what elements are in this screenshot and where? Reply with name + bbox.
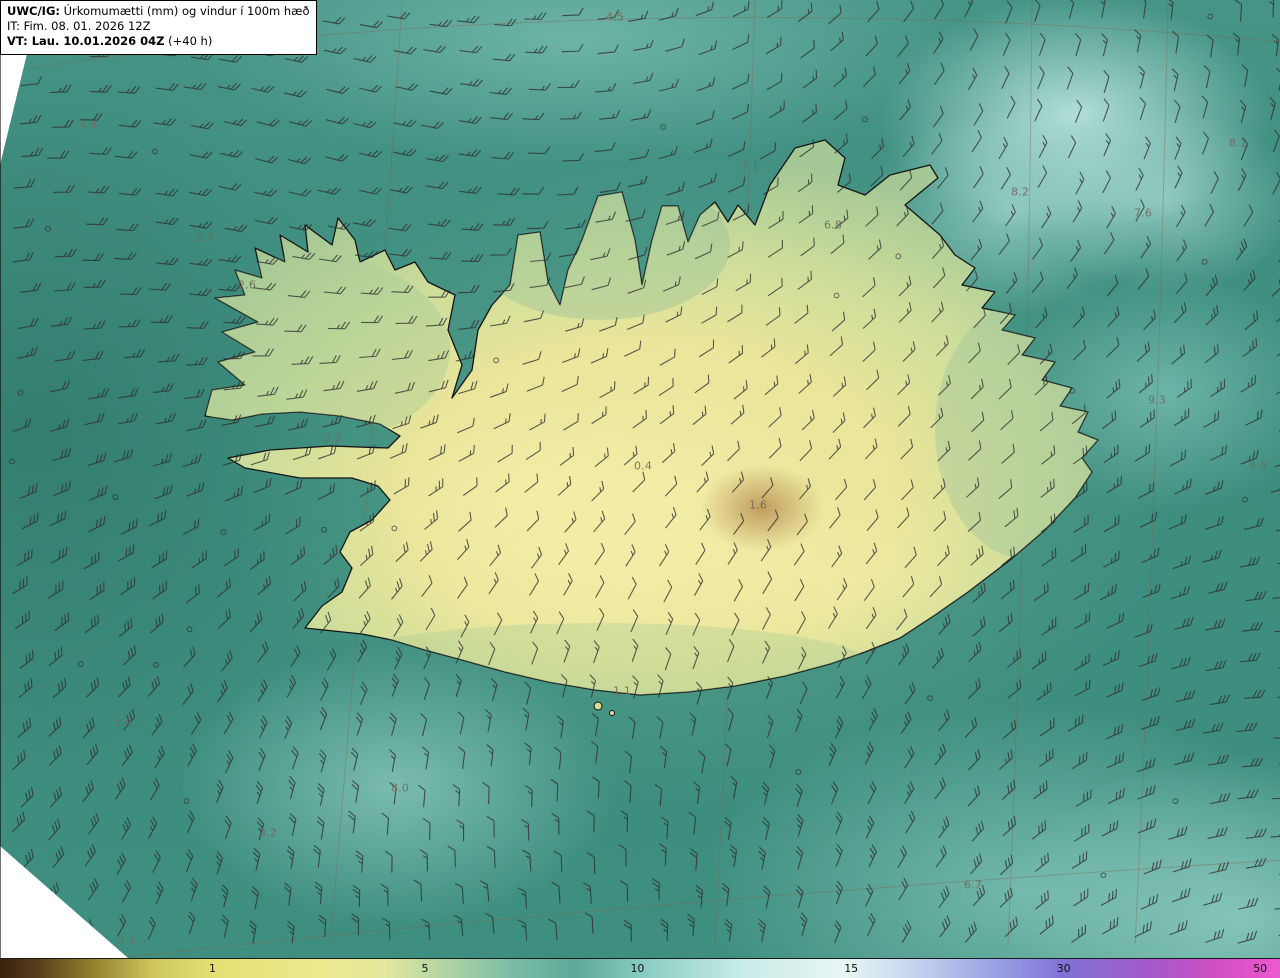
init-time-line: IT: Fim. 08. 01. 2026 12Z [7,19,151,34]
title-line: UWC/IG: Úrkomumætti (mm) og vindur í 100… [7,4,310,19]
valid-offset: (+40 h) [168,34,213,49]
model-label: UWC/IG: [7,4,60,18]
contour-label: 8.0 [390,781,410,795]
weather-map-frame: 4.5 4.4 5.7 2.6 7.1 6.8 8.2 7.6 8.1 9.3 4.6 3.2 0.4 1… [0,0,1280,978]
contour-label: 1.6 [748,498,768,512]
valid-time-line: VT: Lau. 10.01.2026 04Z (+40 h) [7,34,310,49]
contour-label: 8.2 [1010,185,1030,199]
contour-label: 1.1 [612,684,632,698]
precipitation-colorbar: 1 5 10 15 30 50 [0,958,1280,978]
contour-label: 3.2 [258,826,278,840]
contour-label: 7.1 [740,159,760,173]
contour-label: 4.5 [605,10,625,24]
contour-label: 3.2 [323,431,343,445]
map-left-edge-line [0,0,1,958]
map-title: Úrkomumætti (mm) og vindur í 100m hæð [63,4,310,18]
colorbar-tick-label: 5 [421,962,429,975]
colorbar-tick-label: 10 [630,962,645,975]
contour-label: 0.4 [633,459,653,473]
colorbar-tick-label: 1 [208,962,216,975]
contour-label: 5.4 [113,715,133,729]
contour-label: 9.3 [1147,393,1167,407]
contour-label: 5.7 [195,231,215,245]
contour-label: 7.6 [1133,206,1153,220]
contour-label: 6.7 [963,878,983,892]
contour-label: 8.1 [1228,136,1248,150]
wind-barbs-layer [9,0,1280,944]
contour-label: 4.4 [78,118,98,132]
contour-label: 2.6 [237,278,257,292]
contour-label: 6.8 [823,218,843,232]
colorbar-tick-label: 30 [1056,962,1071,975]
valid-time: VT: Lau. 10.01.2026 04Z [7,34,165,49]
title-box: UWC/IG: Úrkomumætti (mm) og vindur í 100… [0,0,317,55]
colorbar-tick-label: 50 [1253,962,1268,975]
contour-label: 4.6 [1248,458,1268,472]
contour-label: 3.2 [117,933,137,947]
colorbar-tick-label: 15 [844,962,859,975]
